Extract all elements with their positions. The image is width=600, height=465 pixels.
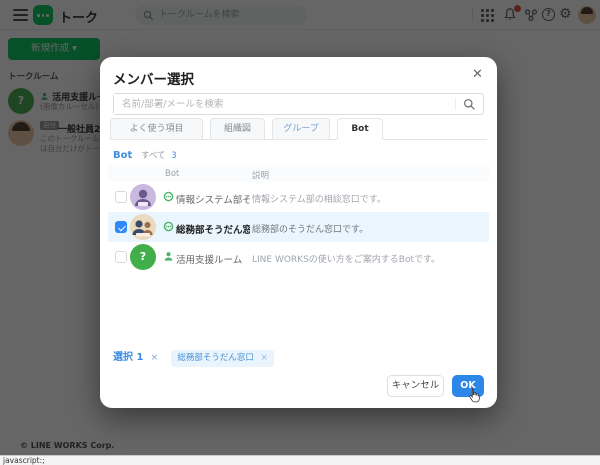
row-checkbox[interactable] <box>115 251 127 263</box>
browser-status-bar: javascript:; <box>0 455 600 465</box>
bot-filter-row: Bot すべて 3 <box>113 149 177 161</box>
bot-description: LINE WORKSの使い方をご案内するBotです。 <box>252 252 440 265</box>
bot-name: 活用支援ルーム <box>176 252 242 266</box>
member-search-input[interactable] <box>114 94 452 114</box>
member-select-modal: メンバー選択 ✕ よく使う項目 組織図 グループ Bot Bot すべて 3 B… <box>100 57 497 408</box>
mouse-cursor-hand-icon <box>466 387 482 404</box>
person-illustration <box>130 184 156 210</box>
filter-count: 3 <box>171 151 176 161</box>
member-search <box>113 93 484 115</box>
app-screen: トーク ? ⚙ <box>0 0 600 465</box>
chip-remove-icon[interactable]: × <box>261 353 268 363</box>
search-divider <box>455 98 456 110</box>
table-row[interactable]: ? 活用支援ルーム LINE WORKSの使い方をご案内するBotです。 <box>108 242 489 272</box>
table-row-selected[interactable]: 総務部そうだん窓口 総務部のそうだん窓口です。 <box>108 212 489 242</box>
cancel-button[interactable]: キャンセル <box>387 375 444 397</box>
row-checkbox[interactable] <box>115 191 127 203</box>
selection-count-label: 選択 1 <box>113 352 143 363</box>
search-icon[interactable] <box>463 98 476 111</box>
filter-category-label: Bot <box>113 150 132 161</box>
column-header-bot: Bot <box>165 169 179 179</box>
chip-label: 総務部そうだん窓口 <box>177 353 254 363</box>
bot-avatar <box>130 214 156 240</box>
tab-orgchart[interactable]: 組織図 <box>210 118 265 140</box>
bot-badge-icon <box>163 221 174 232</box>
bot-avatar-question: ? <box>130 244 156 270</box>
modal-title: メンバー選択 <box>113 68 194 88</box>
tab-frequent[interactable]: よく使う項目 <box>110 118 203 140</box>
table-header: Bot 説明 <box>108 165 489 182</box>
table-row[interactable]: 情報システム部そうだ... 情報システム部の相談窓口です。 <box>108 182 489 212</box>
tab-bot-active[interactable]: Bot <box>337 118 383 140</box>
bot-description: 情報システム部の相談窓口です。 <box>252 192 386 205</box>
selection-clear-icon[interactable]: × <box>151 353 159 363</box>
row-checkbox-checked[interactable] <box>115 221 127 233</box>
selected-chip[interactable]: 総務部そうだん窓口 × <box>171 350 273 367</box>
bot-name: 情報システム部そうだ... <box>176 192 250 206</box>
bot-avatar <box>130 184 156 210</box>
filter-all-option[interactable]: すべて <box>141 151 166 161</box>
column-header-desc: 説明 <box>252 169 269 181</box>
selection-summary: 選択 1 × 総務部そうだん窓口 × <box>113 348 274 365</box>
bot-name: 総務部そうだん窓口 <box>176 222 250 236</box>
tab-underline <box>110 139 487 140</box>
tab-group[interactable]: グループ <box>272 118 330 140</box>
bot-description: 総務部のそうだん窓口です。 <box>252 222 368 235</box>
bot-person-icon <box>163 251 174 262</box>
bot-badge-icon <box>163 191 174 202</box>
close-icon[interactable]: ✕ <box>470 65 485 84</box>
people-illustration <box>130 214 156 240</box>
